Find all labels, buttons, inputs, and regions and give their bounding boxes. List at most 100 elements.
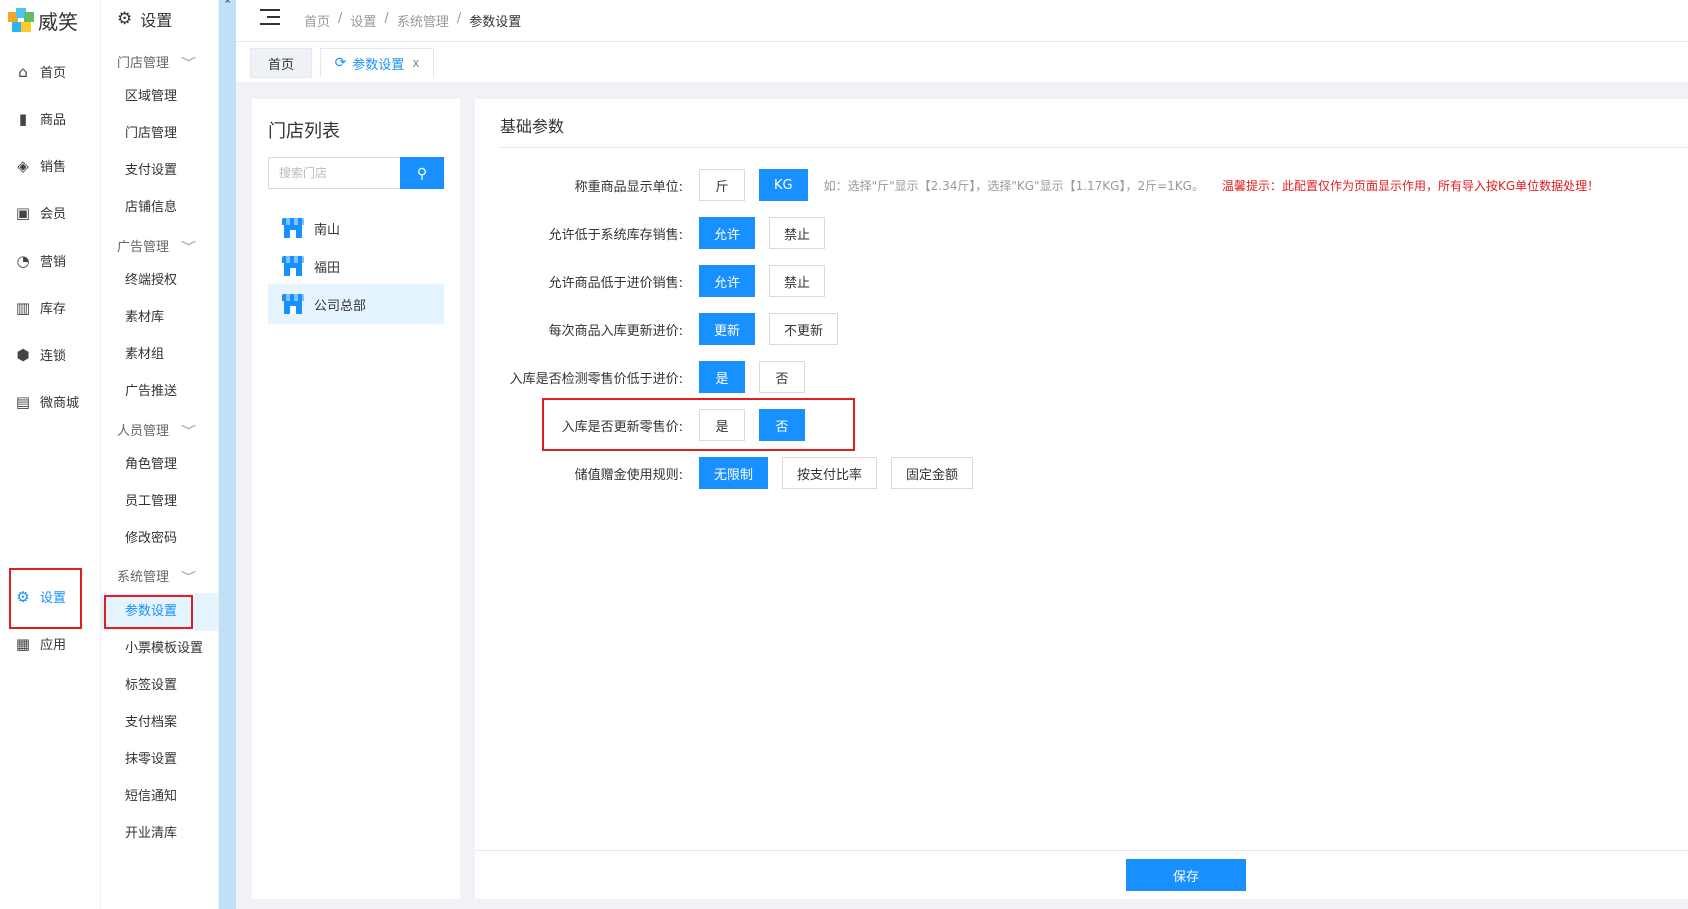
divider xyxy=(500,147,1688,148)
setting-label: 入库是否检测零售价低于进价: xyxy=(509,371,683,387)
submenu-group-store[interactable]: 门店管理 ﹀ xyxy=(117,52,196,72)
submenu-item[interactable]: 素材库 xyxy=(125,309,211,327)
option-button[interactable]: 禁止 xyxy=(769,217,826,249)
update-retail-highlight-box xyxy=(542,398,855,451)
submenu-item[interactable]: 修改密码 xyxy=(125,530,211,548)
breadcrumb-current: 参数设置 xyxy=(469,15,522,30)
submenu-item[interactable]: 支付档案 xyxy=(125,714,211,732)
chevron-down-icon: ﹀ xyxy=(180,239,197,253)
settings-panel: 基础参数 称重商品显示单位: 斤 KG 如：选择"斤"显示【2.34斤】，选择"… xyxy=(475,99,1688,899)
submenu-group-ads[interactable]: 广告管理 ﹀ xyxy=(117,236,197,256)
nav-item-label: 会员 xyxy=(40,207,67,222)
params-highlight-box xyxy=(104,595,193,629)
breadcrumb-item[interactable]: 系统管理 xyxy=(397,11,449,30)
setting-label: 允许低于系统库存销售: xyxy=(548,227,683,243)
kanban-icon: ▥ xyxy=(15,298,31,317)
nav-item-sales[interactable]: ◈ 销售 xyxy=(14,156,66,176)
nav-item-goods[interactable]: ▮ 商品 xyxy=(14,109,66,129)
submenu-item[interactable]: 角色管理 xyxy=(125,456,211,474)
option-button[interactable]: 斤 xyxy=(699,169,745,201)
submenu-item[interactable]: 小票模板设置 xyxy=(125,640,211,658)
setting-row-update-cost: 每次商品入库更新进价: 更新 不更新 xyxy=(475,313,852,345)
submenu-item[interactable]: 店铺信息 xyxy=(125,199,211,217)
submenu-item[interactable]: 员工管理 xyxy=(125,493,211,511)
option-button-selected[interactable]: 允许 xyxy=(699,265,756,297)
tab-home[interactable]: 首页 xyxy=(250,48,312,78)
submenu-item[interactable]: 广告推送 xyxy=(125,383,211,401)
submenu-item[interactable]: 素材组 xyxy=(125,346,211,364)
submenu-item[interactable]: 标签设置 xyxy=(125,677,211,695)
store-search: ⚲ xyxy=(268,157,444,189)
refresh-icon[interactable]: ⟳ xyxy=(335,55,347,71)
submenu-item[interactable]: 支付设置 xyxy=(125,162,211,180)
submenu-item[interactable]: 开业清库 xyxy=(125,825,211,843)
option-button[interactable]: 禁止 xyxy=(769,265,826,297)
nav-item-home[interactable]: ⌂ 首页 xyxy=(14,62,67,82)
tab-params[interactable]: ⟳ 参数设置 x xyxy=(320,48,434,78)
nav-item-label: 营销 xyxy=(40,255,67,270)
submenu-item[interactable]: 区域管理 xyxy=(125,88,211,106)
nav-item-apps[interactable]: ▦ 应用 xyxy=(14,634,66,654)
menu-collapse-icon[interactable] xyxy=(260,8,280,26)
store-panel: 门店列表 ⚲ 南山 福田 公司总部 xyxy=(252,99,460,899)
breadcrumb-item[interactable]: 设置 xyxy=(350,11,376,30)
store-item-selected[interactable]: 公司总部 xyxy=(268,284,444,324)
submenu-item[interactable]: 终端授权 xyxy=(125,272,211,290)
breadcrumb: 首页 / 设置 / 系统管理 / 参数设置 xyxy=(304,11,521,30)
option-button-selected[interactable]: KG xyxy=(759,169,808,201)
chevron-up-icon[interactable]: ⌃ xyxy=(223,0,232,11)
setting-label: 储值赠金使用规则: xyxy=(574,467,683,483)
setting-label: 每次商品入库更新进价: xyxy=(548,323,683,339)
submenu-item[interactable]: 短信通知 xyxy=(125,788,211,806)
option-button-selected[interactable]: 更新 xyxy=(699,313,756,345)
nav-item-inventory[interactable]: ▥ 库存 xyxy=(14,298,66,318)
nav-item-mall[interactable]: ▤ 微商城 xyxy=(14,392,80,412)
option-button-selected[interactable]: 允许 xyxy=(699,217,756,249)
page-tabs: 首页 ⟳ 参数设置 x xyxy=(236,42,1688,82)
store-panel-title: 门店列表 xyxy=(268,121,340,142)
setting-label: 称重商品显示单位: xyxy=(574,179,683,195)
submenu-scrollbar[interactable]: ⌃ xyxy=(219,0,236,909)
submenu-item[interactable]: 抹零设置 xyxy=(125,751,211,769)
store-search-input[interactable] xyxy=(268,157,400,189)
chevron-down-icon: ﹀ xyxy=(180,569,197,583)
store-item[interactable]: 福田 xyxy=(268,246,444,286)
option-button[interactable]: 固定金额 xyxy=(891,457,974,489)
nav-item-label: 连锁 xyxy=(40,349,67,364)
submenu-group-staff[interactable]: 人员管理 ﹀ xyxy=(117,420,197,440)
logo-cube-icon xyxy=(8,7,34,34)
chevron-down-icon: ﹀ xyxy=(180,423,197,437)
option-button[interactable]: 按支付比率 xyxy=(782,457,878,489)
gauge-icon: ◔ xyxy=(16,251,30,270)
cube-icon: ⬢ xyxy=(16,345,30,364)
breadcrumb-separator: / xyxy=(338,11,343,26)
option-button-selected[interactable]: 无限制 xyxy=(699,457,769,489)
option-button[interactable]: 否 xyxy=(759,361,805,393)
nav-item-marketing[interactable]: ◔ 营销 xyxy=(14,251,67,271)
option-button[interactable]: 不更新 xyxy=(769,313,839,345)
nav-item-member[interactable]: ▣ 会员 xyxy=(14,203,67,223)
nav-item-label: 微商城 xyxy=(40,396,80,411)
logo: 威笑 xyxy=(8,6,78,35)
breadcrumb-separator: / xyxy=(456,11,462,26)
topbar: 首页 / 设置 / 系统管理 / 参数设置 xyxy=(236,0,1688,42)
setting-row-check-price: 入库是否检测零售价低于进价: 是 否 xyxy=(475,361,819,393)
store-name: 南山 xyxy=(314,222,341,238)
store-name: 福田 xyxy=(314,260,341,276)
submenu-item[interactable]: 门店管理 xyxy=(125,125,211,143)
home-icon: ⌂ xyxy=(18,62,28,81)
nav-item-label: 首页 xyxy=(40,66,67,81)
nav-item-chain[interactable]: ⬢ 连锁 xyxy=(14,345,67,365)
store-icon: ▤ xyxy=(15,392,31,411)
close-icon[interactable]: x xyxy=(412,56,419,70)
search-button[interactable]: ⚲ xyxy=(400,157,444,189)
breadcrumb-item[interactable]: 首页 xyxy=(304,11,330,30)
search-icon: ⚲ xyxy=(416,164,428,181)
save-button[interactable]: 保存 xyxy=(1126,859,1246,891)
option-button-selected[interactable]: 是 xyxy=(699,361,745,393)
submenu-group-system[interactable]: 系统管理 ﹀ xyxy=(117,566,197,586)
gear-icon: ⚙ xyxy=(117,9,133,29)
store-item[interactable]: 南山 xyxy=(268,208,444,248)
main-nav: 威笑 ⌂ 首页 ▮ 商品 ◈ 销售 ▣ 会员 ◔ 营销 ▥ 库存 ⬢ 连锁 ▤ … xyxy=(0,0,101,909)
tag-icon: ◈ xyxy=(17,156,29,175)
